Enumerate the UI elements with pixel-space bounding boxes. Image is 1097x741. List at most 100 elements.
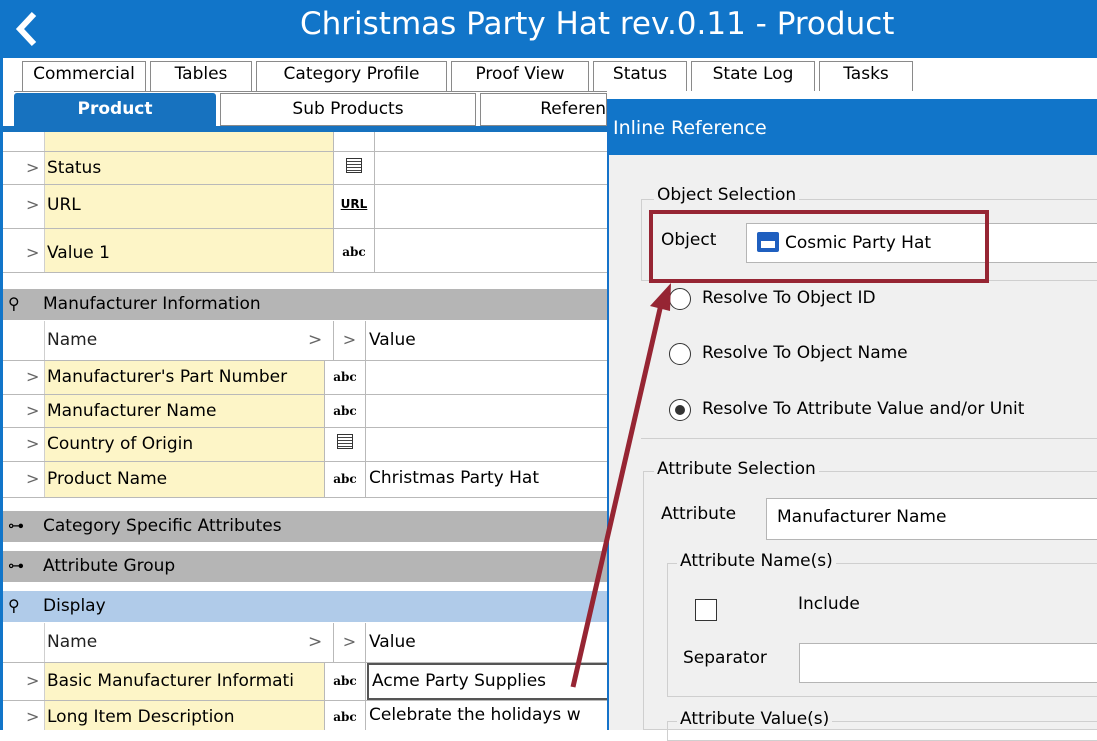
group-label: Display	[43, 596, 106, 616]
attribute-name: Manufacturer Name	[45, 395, 325, 427]
attribute-name: Country of Origin	[45, 428, 325, 461]
divider	[641, 438, 1097, 439]
group-label: Category Specific Attributes	[43, 516, 282, 536]
tab-state-log[interactable]: State Log	[691, 61, 815, 91]
expand-icon[interactable]	[17, 132, 45, 151]
include-label: Include	[798, 594, 860, 614]
group-category-specific-attributes[interactable]: ⊶ Category Specific Attributes	[3, 511, 607, 543]
table-row[interactable]: > Basic Manufacturer Informati abc Acme …	[3, 663, 607, 701]
header-name[interactable]: Name	[45, 321, 334, 360]
dialog-title: Inline Reference	[609, 99, 1097, 155]
expand-icon[interactable]: >	[17, 663, 45, 700]
table-row[interactable]: > Manufacturer Name abc	[3, 395, 607, 428]
header-value[interactable]: Value	[366, 321, 607, 360]
attribute-name: Status	[45, 152, 334, 184]
attribute-field[interactable]: Manufacturer Name	[766, 498, 1097, 540]
tab-product[interactable]: Product	[14, 93, 216, 126]
chevron-right-icon[interactable]: >	[334, 623, 366, 662]
header-value[interactable]: Value	[366, 623, 607, 662]
group-label: Attribute Group	[43, 556, 176, 576]
pin-collapsed-icon[interactable]: ⊶	[8, 516, 24, 535]
object-selection-legend: Object Selection	[654, 185, 800, 205]
list-icon	[334, 152, 375, 184]
text-icon: abc	[325, 361, 366, 394]
header-name[interactable]: Name	[45, 623, 334, 662]
table-header: Name > > Value	[3, 623, 607, 663]
attribute-value-selected[interactable]: Acme Party Supplies	[367, 663, 607, 700]
expand-icon[interactable]: >	[17, 229, 45, 272]
attribute-value[interactable]	[366, 361, 607, 394]
tab-proof-view[interactable]: Proof View	[451, 61, 589, 91]
pin-collapsed-icon[interactable]: ⊶	[8, 556, 24, 575]
text-icon: abc	[325, 663, 366, 700]
chevron-left-icon[interactable]	[12, 10, 42, 48]
table-header: Name > > Value	[3, 321, 607, 361]
list-icon	[325, 428, 366, 461]
table-row[interactable]: > Product Name abc Christmas Party Hat	[3, 462, 607, 498]
table-row[interactable]: > Value 1 abc	[3, 229, 607, 273]
text-icon: abc	[334, 229, 375, 272]
attribute-name: Basic Manufacturer Informati	[45, 663, 325, 700]
text-icon: abc	[325, 462, 366, 497]
group-label: Manufacturer Information	[43, 294, 261, 314]
text-icon: abc	[325, 395, 366, 427]
expand-icon[interactable]: >	[17, 185, 45, 228]
expand-icon[interactable]: >	[17, 361, 45, 394]
table-row[interactable]: > Country of Origin	[3, 428, 607, 462]
chevron-right-icon[interactable]: >	[334, 321, 366, 360]
expand-icon[interactable]: >	[17, 701, 45, 730]
chevron-right-icon[interactable]: >	[308, 632, 322, 652]
include-checkbox[interactable]	[695, 599, 717, 621]
separator-input[interactable]	[799, 643, 1097, 683]
attribute-value[interactable]	[366, 428, 607, 461]
type-cell	[334, 132, 375, 151]
radio-label: Resolve To Attribute Value and/or Unit	[702, 399, 1025, 419]
radio-resolve-attribute-value[interactable]	[669, 399, 691, 421]
pin-icon[interactable]: ⚲	[8, 294, 20, 313]
tab-tasks[interactable]: Tasks	[819, 61, 913, 91]
expand-icon[interactable]: >	[17, 428, 45, 461]
tab-sub-products[interactable]: Sub Products	[220, 93, 476, 126]
attribute-value[interactable]: Christmas Party Hat	[366, 462, 607, 497]
pin-icon[interactable]: ⚲	[8, 596, 20, 615]
chevron-right-icon[interactable]: >	[308, 330, 322, 350]
table-row[interactable]: > Status	[3, 152, 607, 185]
text-icon: abc	[325, 701, 366, 730]
tab-references[interactable]: Referen	[480, 93, 607, 126]
group-attribute-group[interactable]: ⊶ Attribute Group	[3, 551, 607, 583]
radio-label: Resolve To Object Name	[702, 343, 908, 363]
attribute-grid: > Status > URL URL > Value 1 abc ⚲ Manuf…	[3, 132, 607, 730]
radio-resolve-object-name[interactable]	[669, 343, 691, 365]
table-row[interactable]: > Manufacturer's Part Number abc	[3, 361, 607, 395]
attribute-name: Product Name	[45, 462, 325, 497]
attribute-selection-legend: Attribute Selection	[654, 459, 819, 479]
group-display[interactable]: ⚲ Display	[3, 591, 607, 623]
expand-icon[interactable]: >	[17, 395, 45, 427]
tab-category-profile[interactable]: Category Profile	[256, 61, 447, 91]
header-spacer	[17, 321, 45, 360]
attribute-label: Attribute	[661, 504, 737, 524]
header-spacer	[17, 623, 45, 662]
table-row	[3, 132, 607, 152]
name-cell	[45, 132, 334, 151]
table-row[interactable]: > URL URL	[3, 185, 607, 229]
attribute-name: URL	[45, 185, 334, 228]
radio-resolve-object-id[interactable]	[669, 288, 691, 310]
table-row[interactable]: > Long Item Description abc Celebrate th…	[3, 701, 607, 730]
title-bar: Christmas Party Hat rev.0.11 - Product	[0, 0, 1097, 58]
window-title: Christmas Party Hat rev.0.11 - Product	[300, 6, 895, 42]
attribute-name: Manufacturer's Part Number	[45, 361, 325, 394]
tab-commercial[interactable]: Commercial	[22, 61, 146, 91]
attribute-name: Value 1	[45, 229, 334, 272]
radio-label: Resolve To Object ID	[702, 288, 876, 308]
expand-icon[interactable]: >	[17, 152, 45, 184]
tab-status[interactable]: Status	[593, 61, 687, 91]
attribute-value[interactable]: Celebrate the holidays w	[366, 701, 607, 730]
group-manufacturer-information[interactable]: ⚲ Manufacturer Information	[3, 289, 607, 321]
attribute-names-legend: Attribute Name(s)	[677, 551, 836, 571]
attribute-value[interactable]	[366, 395, 607, 427]
tab-tables[interactable]: Tables	[150, 61, 252, 91]
separator-label: Separator	[683, 648, 767, 668]
expand-icon[interactable]: >	[17, 462, 45, 497]
annotation-highlight-box	[649, 210, 989, 283]
